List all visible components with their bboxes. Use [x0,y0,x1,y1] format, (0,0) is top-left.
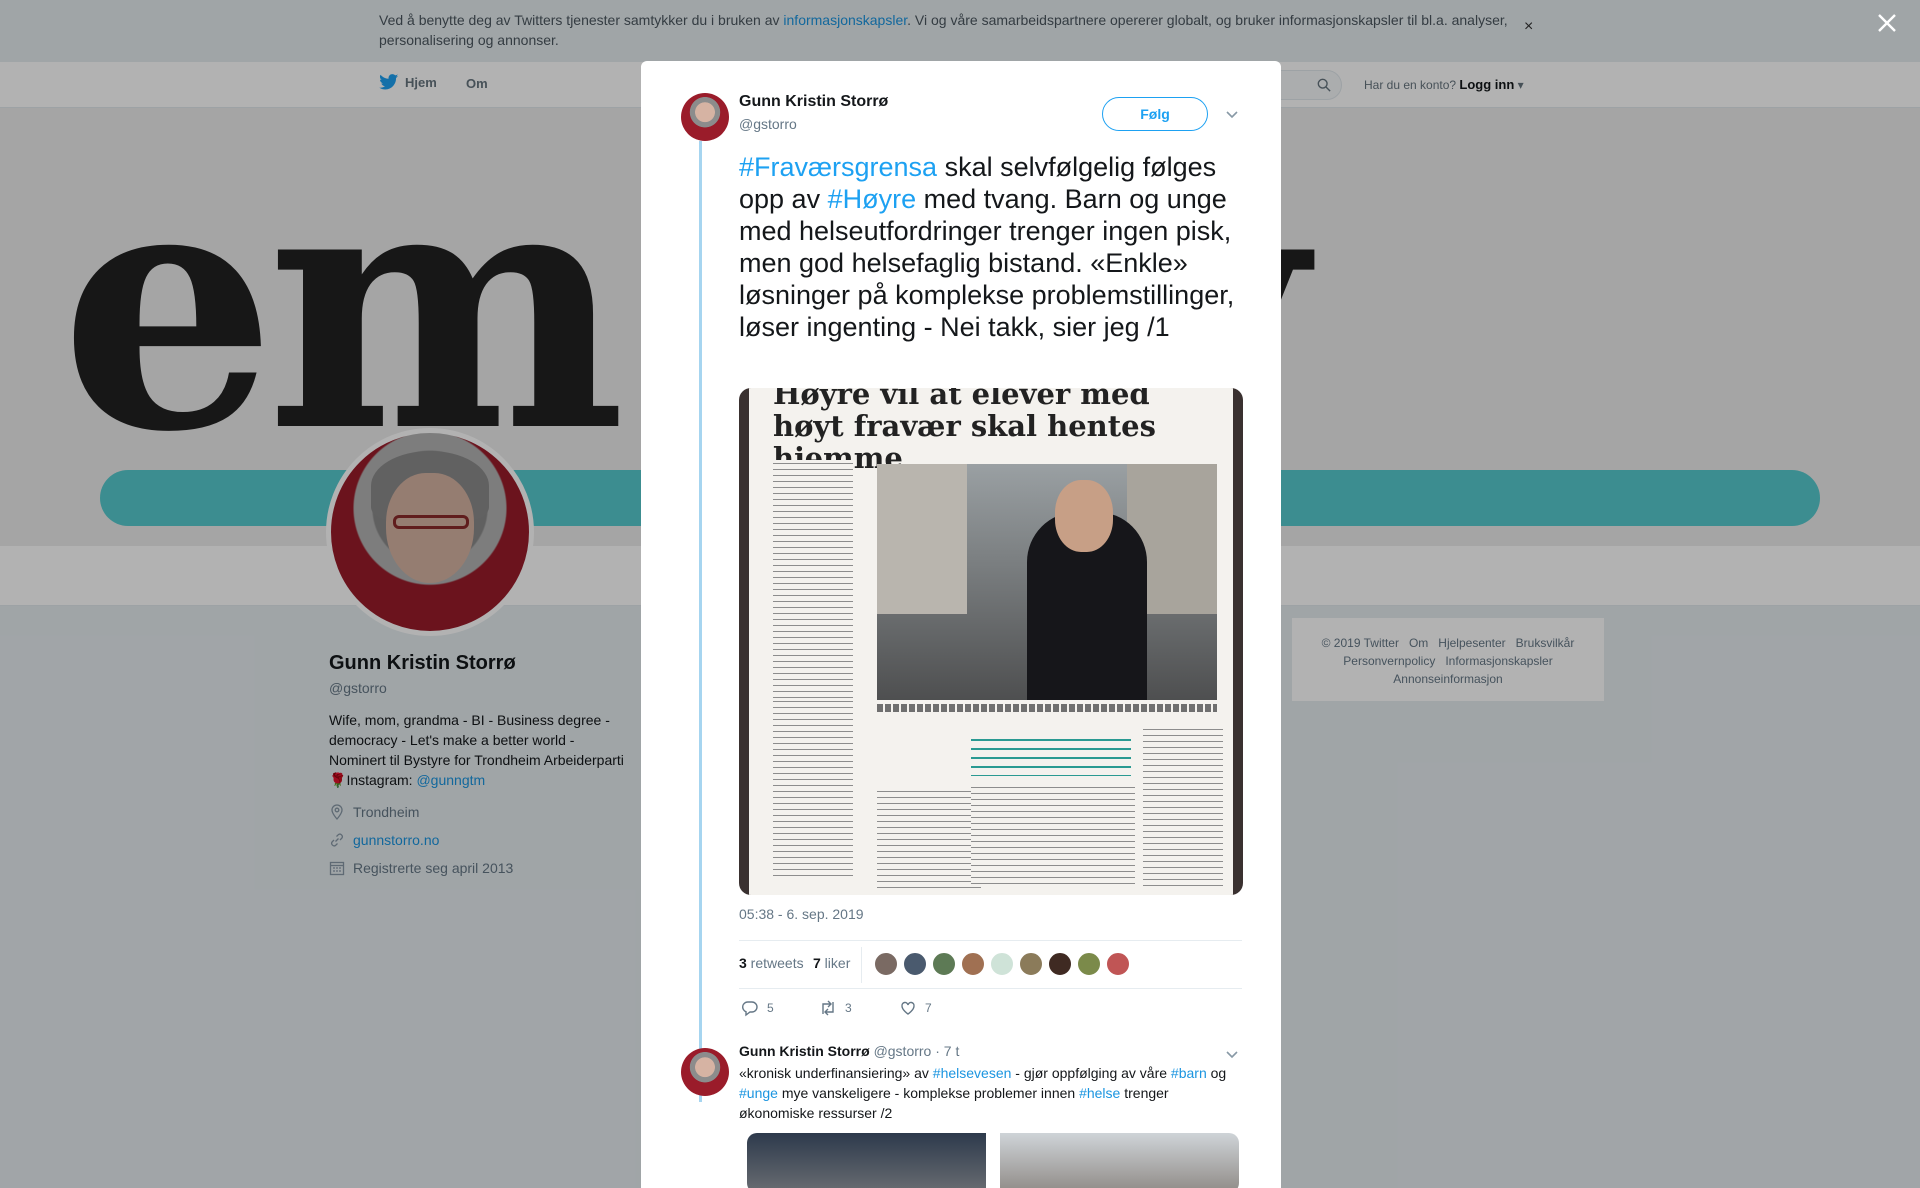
liker-avatar[interactable] [961,952,985,976]
reply-author-avatar[interactable] [681,1048,729,1096]
liker-avatar[interactable] [932,952,956,976]
retweets-stat[interactable]: 3 retweets [739,955,804,971]
close-icon[interactable] [1874,10,1900,36]
reply-text-part: mye vanskeligere - komplekse problemer i… [777,1085,1080,1101]
reply-icon [742,1001,758,1017]
reply-text: «kronisk underfinansiering» av #helseves… [739,1063,1229,1123]
newspaper-photo [877,464,1217,700]
hashtag-link[interactable]: #helsevesen [933,1065,1012,1081]
tweet-actions: 5 3 7 [739,999,1039,1023]
hashtag-link[interactable]: #unge [739,1085,778,1101]
likes-label: liker [820,955,851,971]
reply-time[interactable]: · 7 t [935,1043,959,1059]
likes-stat[interactable]: 7 liker [813,955,850,971]
author-handle: @gstorro [739,116,797,132]
newspaper-column [1143,726,1223,888]
retweet-count: 3 [845,1001,852,1015]
newspaper-page: Høyre vil at elever med høyt fravær skal… [749,388,1233,895]
stats-divider [861,947,862,983]
likes-count: 7 [813,955,821,971]
retweet-icon [822,1000,834,1016]
heart-icon [901,1001,915,1015]
liker-avatar[interactable] [903,952,927,976]
retweets-label: retweets [746,955,804,971]
tweet-stats: 3 retweets 7 liker [739,940,1242,989]
chevron-down-icon[interactable] [1225,1047,1239,1061]
hashtag-link[interactable]: #Fraværsgrensa [739,152,937,182]
tweet-timestamp[interactable]: 05:38 - 6. sep. 2019 [739,906,864,922]
reply-image-right [1000,1133,1239,1188]
newspaper-column [773,698,853,880]
newspaper-caption [877,704,1217,712]
liker-avatar[interactable] [1048,952,1072,976]
hashtag-link[interactable]: #Høyre [828,184,917,214]
newspaper-column [971,784,1135,884]
reply-image[interactable] [747,1133,1239,1188]
like-count: 7 [925,1001,932,1015]
reply-count: 5 [767,1001,774,1015]
liker-avatar[interactable] [990,952,1014,976]
thread-line [699,141,702,1102]
newspaper-column [877,788,981,888]
photo-building [877,464,967,614]
author-name[interactable]: Gunn Kristin Storrø [739,93,888,111]
liker-avatar[interactable] [874,952,898,976]
likers-avatars [874,952,1130,976]
retweet-button[interactable]: 3 [819,999,852,1017]
reply-button[interactable]: 5 [741,999,774,1017]
reply-author-handle: @gstorro [873,1043,932,1059]
chevron-down-icon[interactable] [1225,107,1239,121]
tweet-image[interactable]: Høyre vil at elever med høyt fravær skal… [739,388,1243,895]
liker-avatar[interactable] [1077,952,1101,976]
reply-text-part: - gjør oppfølging av våre [1011,1065,1171,1081]
photo-person-head [1055,480,1113,552]
follow-button[interactable]: Følg [1102,97,1208,131]
tweet-text: #Fraværsgrensa skal selvfølgelig følges … [739,151,1249,343]
liker-avatar[interactable] [1019,952,1043,976]
author-avatar[interactable] [681,93,729,141]
reply-text-part: og [1206,1065,1227,1081]
reply-text-part: «kronisk underfinansiering» av [739,1065,933,1081]
like-button[interactable]: 7 [899,999,932,1017]
retweets-count: 3 [739,955,747,971]
newspaper-subheading [971,736,1131,776]
reply-author-name[interactable]: Gunn Kristin Storrø [739,1043,870,1059]
reply-header: Gunn Kristin Storrø @gstorro · 7 t [739,1043,959,1059]
liker-avatar[interactable] [1106,952,1130,976]
hashtag-link[interactable]: #helse [1079,1085,1120,1101]
tweet-modal: Gunn Kristin Storrø @gstorro Følg #Fravæ… [641,61,1281,1188]
reply-image-left [747,1133,986,1188]
hashtag-link[interactable]: #barn [1171,1065,1207,1081]
